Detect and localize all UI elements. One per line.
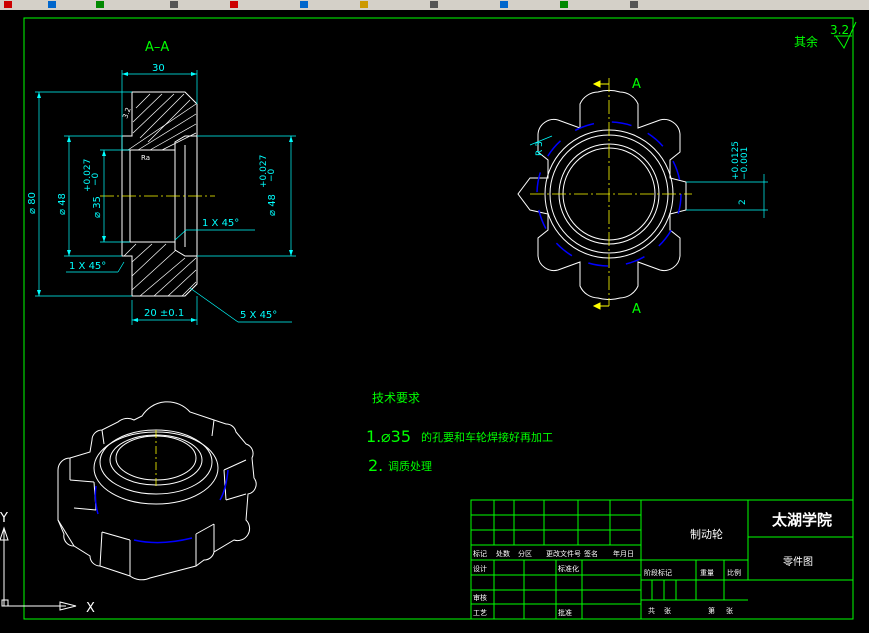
toolbar-icon-10[interactable] [560, 1, 568, 8]
row-label-1: 处数 [496, 549, 510, 558]
dim-dia-48-left: ⌀ 48 [57, 193, 68, 215]
drawing-canvas[interactable]: A–A 30 ⌀ 80 ⌀ 48 +0.027 −0 ⌀ 35 1 X 45° … [0, 10, 869, 629]
dim-tol-right-lower: −0 [267, 168, 277, 182]
dim-tol-left-lower: −0 [91, 172, 101, 186]
row-label-2: 分区 [518, 549, 532, 558]
ucs-x-label: X [86, 601, 95, 616]
page-label: 第 [708, 606, 715, 615]
roughness-label: 其余 [794, 34, 818, 49]
sheet-unit-1: 张 [664, 606, 671, 615]
row-label-3: 更改文件号 [546, 549, 581, 558]
note-1-text: 的孔要和车轮焊接好再加工 [421, 430, 553, 444]
roughness-small: 3.2 [121, 106, 132, 119]
dim-dia-48-right: ⌀ 48 [267, 194, 278, 216]
note-1-num: 1. [366, 427, 381, 446]
toolbar-icon-3[interactable] [96, 1, 104, 8]
standardization-label: 标准化 [558, 564, 579, 573]
roughness-symbol: 其余 3.2 [794, 21, 857, 50]
toolbar-icon-9[interactable] [500, 1, 508, 8]
isometric-blue [94, 469, 229, 544]
dim-chamfer-small-left: 1 X 45° [69, 261, 106, 272]
stage-mark-label: 阶段标记 [644, 568, 672, 577]
ucs-y-label: Y [0, 511, 8, 526]
isometric-view [57, 401, 257, 581]
view-label-top: A [632, 77, 641, 92]
dim-dia-35: ⌀ 35 [92, 196, 103, 218]
notes-heading: 技术要求 [372, 391, 420, 405]
section-label: A–A [145, 40, 169, 55]
dim-radius: R 3 [535, 141, 545, 156]
dim-width-30: 30 [152, 63, 165, 74]
dim-dia-80: ⌀ 80 [27, 192, 38, 214]
scale-label: 比例 [727, 568, 741, 577]
note-2-text: 调质处理 [388, 460, 432, 473]
total-label: 共 [648, 606, 655, 615]
toolbar-icon-4[interactable] [170, 1, 178, 8]
weight-label: 重量 [700, 569, 714, 577]
ra-center: Ra [141, 154, 150, 162]
section-dimensions [35, 70, 296, 325]
row-label-4: 签名 [584, 549, 598, 558]
dim-chamfer-small-mid: 1 X 45° [202, 218, 239, 229]
section-view: A–A 30 ⌀ 80 ⌀ 48 +0.027 −0 ⌀ 35 1 X 45° … [27, 40, 296, 325]
row-label-0: 标记 [473, 549, 487, 558]
toolbar-icon-8[interactable] [430, 1, 438, 8]
note-1-sym: ⌀35 [381, 427, 411, 446]
dim-keyway-tol-lower: −0.001 [740, 147, 750, 180]
drawing-type: 零件图 [783, 556, 813, 568]
part-name: 制动轮 [690, 527, 723, 541]
front-view: A A R 3 +0.0125 −0.001 2 [517, 77, 768, 317]
school-name: 太湖学院 [772, 511, 832, 529]
technical-notes: 技术要求 1. ⌀35 的孔要和车轮焊接好再加工 2. 调质处理 [366, 391, 553, 475]
drawing-svg[interactable]: A–A 30 ⌀ 80 ⌀ 48 +0.027 −0 ⌀ 35 1 X 45° … [0, 10, 869, 629]
toolbar-icon-7[interactable] [360, 1, 368, 8]
toolbar-icon-11[interactable] [630, 1, 638, 8]
hatch-upper [127, 93, 197, 151]
section-upper-outline [121, 91, 198, 151]
hatch-lower [123, 243, 197, 297]
section-arrows [37, 72, 293, 322]
title-block-text: 制动轮 太湖学院 零件图 标记 处数 分区 更改文件号 签名 年月日 设计 标准… [473, 511, 832, 617]
section-arrows-front [592, 80, 609, 310]
row-label-5: 年月日 [613, 549, 634, 558]
toolbar-icon-6[interactable] [300, 1, 308, 8]
dim-chamfer-large: 5 X 45° [240, 310, 277, 321]
toolbar-icon-1[interactable] [4, 1, 12, 8]
roughness-value: 3.2 [830, 23, 849, 37]
dim-20: 20 ±0.1 [144, 308, 184, 319]
process-label: 工艺 [473, 609, 487, 617]
review-label: 审核 [473, 593, 487, 602]
toothed-outer-profile [517, 90, 687, 300]
approve-label: 批准 [558, 608, 572, 617]
view-label-bottom: A [632, 302, 641, 317]
sheet-unit-2: 张 [726, 606, 733, 615]
toolbar-icon-5[interactable] [230, 1, 238, 8]
design-label: 设计 [473, 564, 487, 573]
dim-keyway-2: 2 [738, 199, 748, 205]
toolbar-icon-2[interactable] [48, 1, 56, 8]
note-2-num: 2. [368, 456, 383, 475]
